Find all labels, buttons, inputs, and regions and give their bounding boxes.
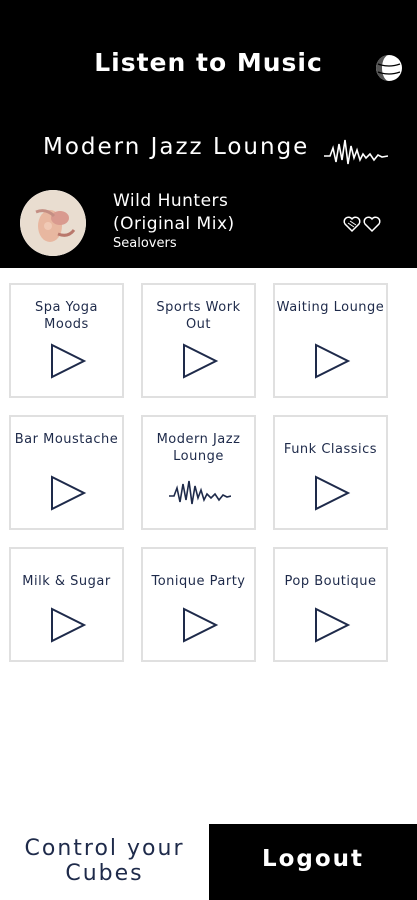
globe-icon[interactable]	[374, 53, 404, 83]
logout-label: Logout	[261, 846, 365, 872]
logout-button[interactable]: Logout	[209, 824, 417, 900]
playlist-label: Spa Yoga Moods	[35, 300, 98, 332]
page-title: Listen to Music	[94, 48, 323, 77]
playlist-label: Bar Moustache	[14, 432, 119, 447]
playlist-tile-tonique-party[interactable]: Tonique Party	[141, 547, 256, 662]
waveform-icon	[169, 480, 231, 505]
play-icon	[51, 343, 87, 379]
playlist-tile-milk-sugar[interactable]: Milk & Sugar	[9, 547, 124, 662]
playlist-label: Milk & Sugar	[22, 574, 111, 589]
heart-icon[interactable]	[342, 214, 382, 234]
playlist-tile-waiting-lounge[interactable]: Waiting Lounge	[273, 283, 388, 398]
current-playlist-name: Modern Jazz Lounge	[43, 134, 310, 160]
album-art	[20, 190, 86, 256]
play-icon	[315, 607, 351, 643]
play-icon	[183, 607, 219, 643]
playlist-label: Tonique Party	[151, 574, 246, 589]
playlist-tile-modern-jazz-lounge[interactable]: Modern Jazz Lounge	[141, 415, 256, 530]
playlist-tile-spa-yoga-moods[interactable]: Spa Yoga Moods	[9, 283, 124, 398]
playlist-tile-bar-moustache[interactable]: Bar Moustache	[9, 415, 124, 530]
playlist-label: Waiting Lounge	[276, 300, 385, 315]
playlist-label: Pop Boutique	[284, 574, 377, 589]
play-icon	[315, 343, 351, 379]
play-icon	[315, 475, 351, 511]
play-icon	[51, 475, 87, 511]
play-icon	[183, 343, 219, 379]
playlist-label: Modern Jazz Lounge	[156, 432, 241, 464]
playlist-label: Funk Classics	[283, 442, 378, 457]
playlist-tile-funk-classics[interactable]: Funk Classics	[273, 415, 388, 530]
control-cubes-label: Control your Cubes	[24, 836, 185, 886]
waveform-icon	[324, 139, 388, 165]
playlist-tile-sports-work-out[interactable]: Sports Work Out	[141, 283, 256, 398]
play-icon	[51, 607, 87, 643]
playlist-label: Sports Work Out	[156, 300, 241, 332]
track-artist: Sealovers	[113, 236, 177, 251]
control-cubes-button[interactable]: Control your Cubes	[0, 824, 209, 900]
track-title: Wild Hunters (Original Mix)	[113, 191, 235, 234]
now-playing-header: Listen to Music Modern Jazz Lounge Wild …	[0, 0, 417, 268]
playlist-tile-pop-boutique[interactable]: Pop Boutique	[273, 547, 388, 662]
